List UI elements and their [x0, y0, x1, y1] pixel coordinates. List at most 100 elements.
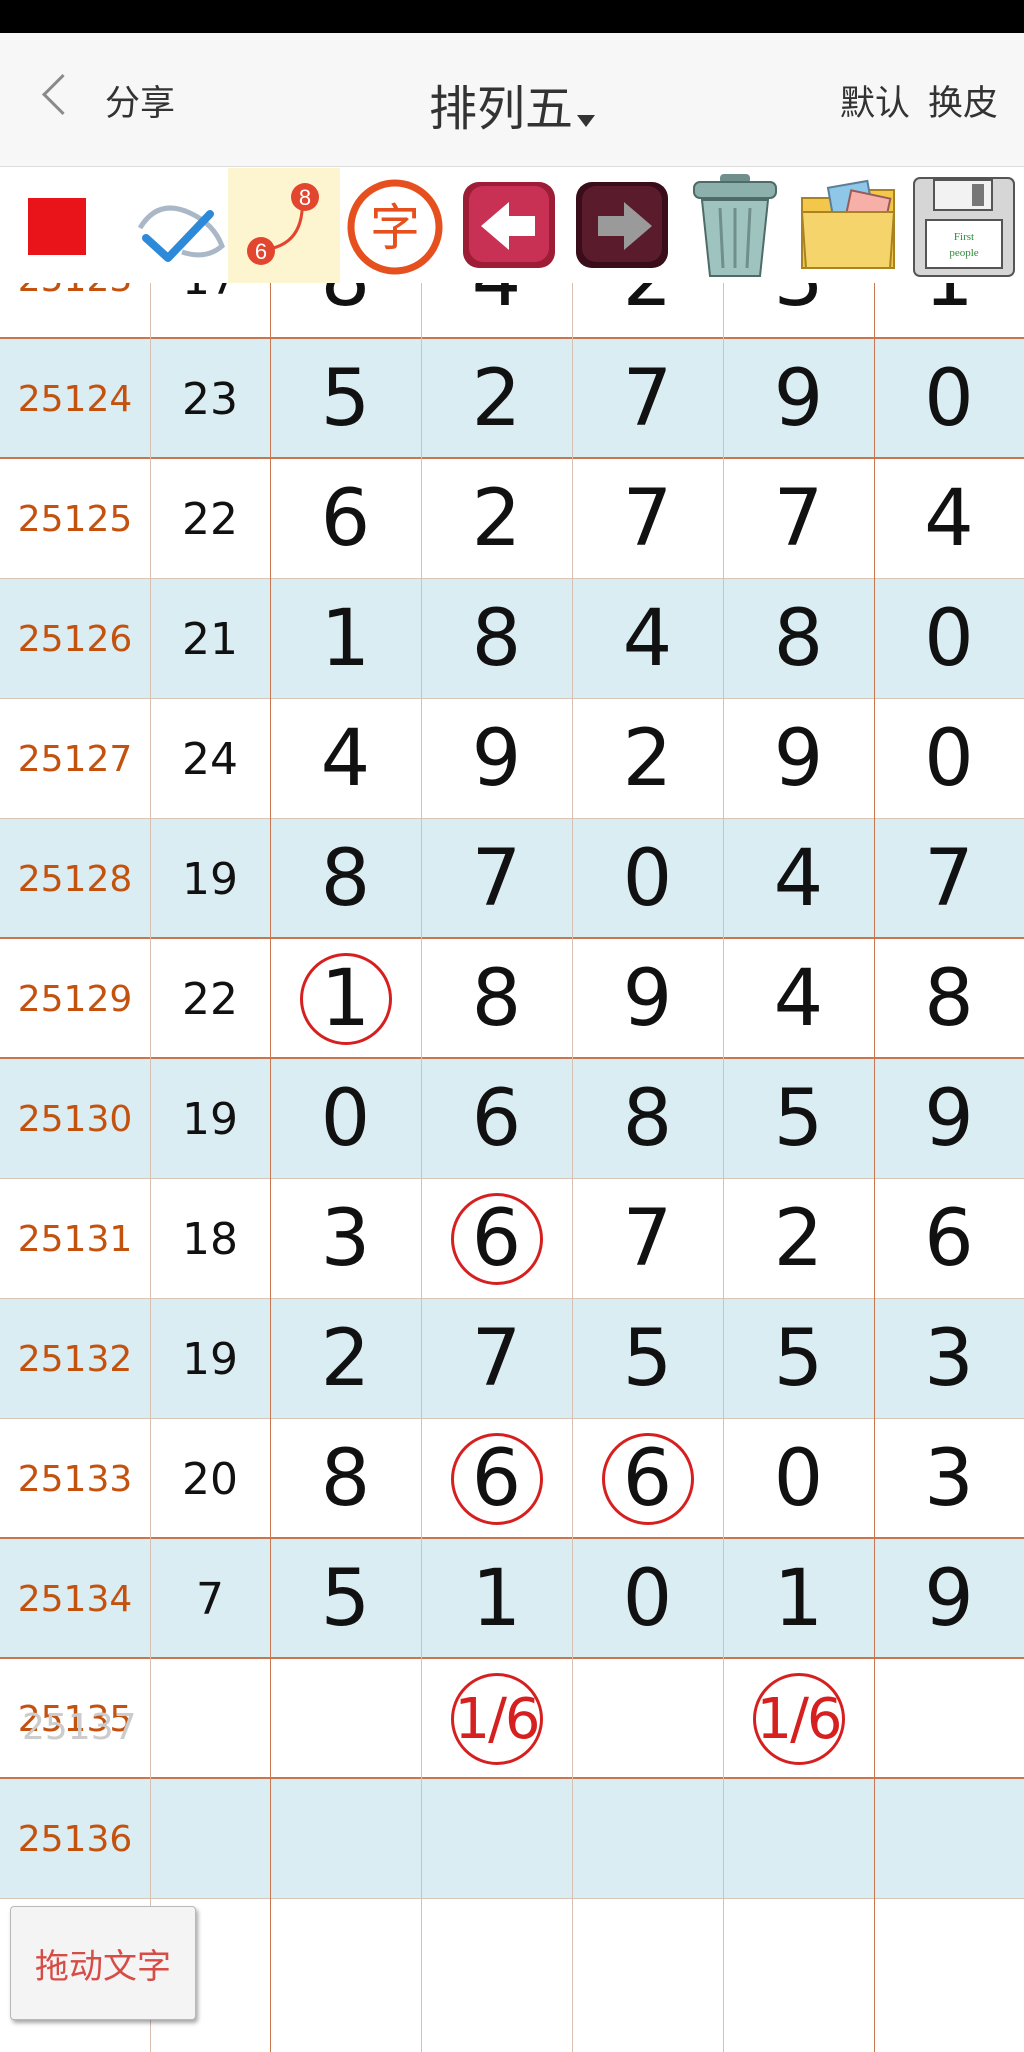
- digit-cell[interactable]: 0: [572, 1539, 723, 1659]
- digit-cell[interactable]: 9: [874, 1539, 1024, 1659]
- digit-sum: [150, 1779, 270, 1899]
- digit-cell[interactable]: 8: [270, 819, 421, 939]
- digit-cell[interactable]: 1: [270, 939, 421, 1059]
- digit-cell[interactable]: 4: [874, 459, 1024, 579]
- table-row[interactable]: 25131 18 3 6 7 2 6: [0, 1179, 1024, 1299]
- digit-cell[interactable]: 2: [572, 283, 723, 339]
- digit-cell[interactable]: 9: [723, 699, 874, 819]
- digit-cell[interactable]: 6: [421, 1059, 572, 1179]
- digit-cell[interactable]: 9: [572, 939, 723, 1059]
- digit-cell[interactable]: 5: [723, 1059, 874, 1179]
- table-row[interactable]: 25136: [0, 1779, 1024, 1899]
- digit-cell[interactable]: [421, 1779, 572, 1899]
- digit-cell[interactable]: 2: [723, 1179, 874, 1299]
- digit-cell[interactable]: 3: [874, 1419, 1024, 1539]
- digit-cell[interactable]: 4: [723, 819, 874, 939]
- digit-cell[interactable]: 0: [270, 1059, 421, 1179]
- table-row[interactable]: 25130 19 0 6 8 5 9: [0, 1059, 1024, 1179]
- table-row[interactable]: 25129 22 1 8 9 4 8: [0, 939, 1024, 1059]
- table-row[interactable]: 25133 20 8 6 6 0 3: [0, 1419, 1024, 1539]
- digit-cell[interactable]: 6: [421, 1419, 572, 1539]
- digit-cell[interactable]: 4: [572, 579, 723, 699]
- digit-cell[interactable]: 1/6: [421, 1659, 572, 1779]
- digit-cell[interactable]: 6: [874, 1179, 1024, 1299]
- photo-folder-icon[interactable]: [794, 168, 906, 283]
- table-row[interactable]: 25132 19 2 7 5 5 3: [0, 1299, 1024, 1419]
- checkmark-pen-icon[interactable]: [118, 168, 230, 283]
- digit-cell[interactable]: 2: [421, 459, 572, 579]
- digit-cell[interactable]: 5: [572, 1299, 723, 1419]
- digit-cell[interactable]: 1: [421, 1539, 572, 1659]
- digit-cell[interactable]: 4: [421, 283, 572, 339]
- digit-cell[interactable]: 1: [723, 1539, 874, 1659]
- issue-number: 25125: [17, 498, 133, 540]
- digit-cell[interactable]: 6: [421, 1179, 572, 1299]
- digit-cell[interactable]: 1: [874, 283, 1024, 339]
- digit-cell[interactable]: 9: [874, 1059, 1024, 1179]
- table-row[interactable]: 25124 23 5 2 7 9 0: [0, 339, 1024, 459]
- digit-cell[interactable]: 0: [874, 699, 1024, 819]
- digit-cell[interactable]: 0: [874, 579, 1024, 699]
- digit-cell[interactable]: 7: [723, 459, 874, 579]
- digit-cell[interactable]: 5: [723, 1299, 874, 1419]
- digit-cell[interactable]: 1: [270, 579, 421, 699]
- digit-cell[interactable]: 5: [270, 1539, 421, 1659]
- digit-cell[interactable]: [572, 1779, 723, 1899]
- save-floppy-icon[interactable]: First people: [908, 168, 1020, 283]
- digit-cell[interactable]: 6: [572, 1419, 723, 1539]
- digit-cell[interactable]: 3: [270, 1179, 421, 1299]
- digit-cell[interactable]: 8: [421, 579, 572, 699]
- digit-cell[interactable]: 6: [270, 459, 421, 579]
- change-skin-button[interactable]: 换皮: [928, 75, 998, 126]
- trash-can-icon[interactable]: [680, 168, 792, 283]
- digit-cell[interactable]: 7: [572, 459, 723, 579]
- digit-cell[interactable]: 0: [572, 819, 723, 939]
- digit-cell[interactable]: 8: [270, 1419, 421, 1539]
- table-row[interactable]: 25135 1/6 1/6: [0, 1659, 1024, 1779]
- floppy-label-first: First: [954, 231, 974, 243]
- table-row[interactable]: 25128 19 8 7 0 4 7: [0, 819, 1024, 939]
- digit-cell[interactable]: 8: [421, 939, 572, 1059]
- digit-cell[interactable]: 0: [723, 1419, 874, 1539]
- digit-cell[interactable]: 7: [421, 819, 572, 939]
- default-button[interactable]: 默认: [840, 75, 910, 126]
- digit-cell[interactable]: 2: [270, 1299, 421, 1419]
- digit-cell[interactable]: 7: [572, 339, 723, 459]
- digit-cell[interactable]: 2: [572, 699, 723, 819]
- digit-cell[interactable]: 1/6: [723, 1659, 874, 1779]
- number-connect-icon[interactable]: 8 6: [228, 168, 340, 283]
- digit-cell[interactable]: 7: [874, 819, 1024, 939]
- digit-cell[interactable]: 5: [270, 339, 421, 459]
- table-row[interactable]: 25134 7 5 1 0 1 9: [0, 1539, 1024, 1659]
- digit-cell[interactable]: [270, 1779, 421, 1899]
- digit-cell[interactable]: 7: [421, 1299, 572, 1419]
- digit-cell[interactable]: 3: [723, 283, 874, 339]
- digit-cell[interactable]: [874, 1659, 1024, 1779]
- digit-cell[interactable]: 7: [572, 1179, 723, 1299]
- digit-cell[interactable]: 4: [723, 939, 874, 1059]
- digit-cell[interactable]: 3: [874, 1299, 1024, 1419]
- table-row[interactable]: 25127 24 4 9 2 9 0: [0, 699, 1024, 819]
- digit-cell[interactable]: 9: [723, 339, 874, 459]
- digit-cell[interactable]: 9: [421, 699, 572, 819]
- table-row[interactable]: 25125 22 6 2 7 7 4: [0, 459, 1024, 579]
- text-char-icon[interactable]: 字: [340, 168, 452, 283]
- table-row[interactable]: 2512317 8 4 2 3 1: [0, 283, 1024, 339]
- red-square-color-icon[interactable]: [0, 168, 112, 283]
- table-row[interactable]: 25126 21 1 8 4 8 0: [0, 579, 1024, 699]
- redo-arrow-icon[interactable]: [566, 168, 678, 283]
- digit-cell[interactable]: 8: [270, 283, 421, 339]
- digit-cell[interactable]: 0: [874, 339, 1024, 459]
- digit-cell[interactable]: [270, 1659, 421, 1779]
- digit-cell[interactable]: 8: [723, 579, 874, 699]
- undo-arrow-icon[interactable]: [453, 168, 565, 283]
- digit-cell[interactable]: 2: [421, 339, 572, 459]
- digit-cell[interactable]: [572, 1659, 723, 1779]
- number-grid[interactable]: 25136 25135 1/6 1/6 25134 7 5 1 0 1 9 25133 20 8 6 6 0 3 2…: [0, 283, 1024, 2052]
- digit-cell[interactable]: [723, 1779, 874, 1899]
- drag-text-button[interactable]: 拖动文字: [10, 1906, 196, 2020]
- digit-cell[interactable]: 8: [874, 939, 1024, 1059]
- digit-cell[interactable]: [874, 1779, 1024, 1899]
- digit-cell[interactable]: 4: [270, 699, 421, 819]
- digit-cell[interactable]: 8: [572, 1059, 723, 1179]
